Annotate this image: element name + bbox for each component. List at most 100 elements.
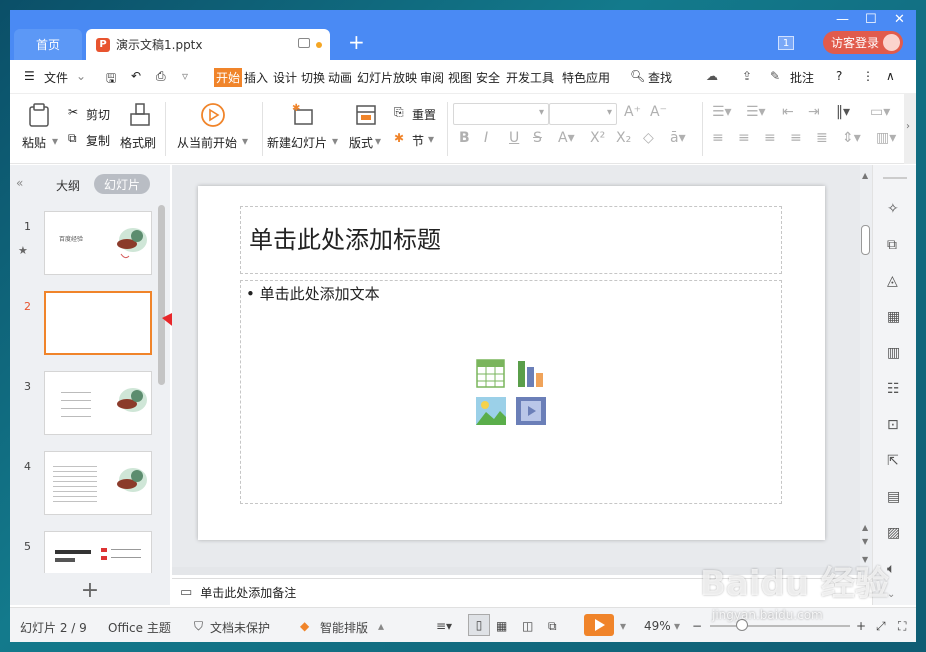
font-size-select[interactable]: ▾: [549, 103, 617, 125]
increase-font-icon[interactable]: A⁺: [624, 104, 641, 120]
save-icon[interactable]: 🖫: [106, 69, 116, 90]
bullets-icon[interactable]: ☰▾: [712, 104, 732, 120]
play-dropdown-icon[interactable]: ▾: [620, 619, 626, 633]
archive-icon[interactable]: ▤: [887, 489, 903, 505]
bold-icon[interactable]: B: [459, 130, 470, 146]
justify-icon[interactable]: ≡: [790, 130, 802, 146]
body-placeholder[interactable]: • 单击此处添加文本: [240, 280, 782, 504]
slide-thumb-1[interactable]: 百度经验: [44, 211, 152, 275]
zoom-out-icon[interactable]: −: [692, 619, 702, 633]
page-badge[interactable]: 1: [778, 36, 794, 50]
layout-dropdown-icon[interactable]: ▾: [375, 134, 381, 148]
italic-icon[interactable]: I: [484, 130, 488, 146]
insert-picture-icon[interactable]: [476, 397, 506, 425]
reset-button[interactable]: 重置: [412, 106, 436, 123]
new-slide-button[interactable]: 新建幻灯片: [267, 134, 327, 151]
notes-pane[interactable]: ▭ 单击此处添加备注: [172, 578, 862, 605]
new-tab-button[interactable]: +: [348, 32, 365, 52]
font-color-icon[interactable]: A▾: [558, 130, 575, 146]
print-icon[interactable]: ⎙: [156, 69, 166, 84]
paste-button[interactable]: 粘贴: [22, 134, 46, 151]
format-painter-button[interactable]: 格式刷: [120, 134, 156, 151]
file-menu[interactable]: 文件: [44, 69, 68, 86]
slides-tab[interactable]: 幻灯片: [94, 174, 150, 194]
align-center-icon[interactable]: ≡: [738, 130, 750, 146]
tab-design[interactable]: 设计: [273, 69, 297, 86]
more-icon[interactable]: ⋮: [862, 69, 874, 83]
slide-thumb-5[interactable]: [44, 531, 152, 573]
close-icon[interactable]: ✕: [894, 12, 905, 27]
tab-home[interactable]: 首页: [14, 29, 82, 60]
from-current-dropdown-icon[interactable]: ▾: [242, 134, 248, 148]
numbering-icon[interactable]: ☰▾: [746, 104, 766, 120]
normal-view-icon[interactable]: ▯: [468, 614, 490, 636]
section-button[interactable]: 节: [412, 132, 424, 149]
play-circle-icon[interactable]: [200, 102, 226, 128]
tab-view[interactable]: 视图: [448, 69, 472, 86]
tab-document[interactable]: P 演示文稿1.pptx: [86, 29, 330, 60]
indent-icon[interactable]: ⇥: [808, 104, 820, 120]
current-slide[interactable]: 单击此处添加标题 • 单击此处添加文本: [198, 186, 825, 540]
play-slideshow-button[interactable]: [584, 614, 614, 636]
chevron-up-icon[interactable]: ▴: [378, 619, 384, 633]
superscript-icon[interactable]: X²: [590, 130, 605, 146]
search-image-icon[interactable]: ⊡: [887, 417, 903, 433]
chevron-down-icon[interactable]: ⌄: [76, 69, 86, 83]
tab-security[interactable]: 安全: [476, 69, 500, 86]
title-placeholder[interactable]: 单击此处添加标题: [240, 206, 782, 274]
zoom-slider[interactable]: [710, 625, 850, 627]
copy-shape-icon[interactable]: ⧉: [887, 237, 903, 253]
sorter-view-icon[interactable]: ▦: [496, 619, 507, 633]
insert-video-icon[interactable]: [516, 397, 546, 425]
fill-icon[interactable]: ◬: [887, 273, 903, 289]
search-label[interactable]: 查找: [648, 69, 672, 86]
magic-icon[interactable]: ✧: [887, 201, 903, 217]
bar-chart-icon[interactable]: ▥: [887, 345, 903, 361]
zoom-in-icon[interactable]: +: [856, 619, 866, 633]
settings-sliders-icon[interactable]: ☷: [887, 381, 903, 397]
paste-dropdown-icon[interactable]: ▾: [52, 134, 58, 148]
theme-name[interactable]: Office 主题: [108, 619, 171, 636]
line-spacing-icon[interactable]: ‖▾: [836, 104, 850, 120]
outdent-icon[interactable]: ⇤: [782, 104, 794, 120]
tab-transition[interactable]: 切换: [301, 69, 325, 86]
collapse-ribbon-icon[interactable]: ∧: [886, 69, 895, 83]
font-family-select[interactable]: ▾: [453, 103, 549, 125]
notes-view-icon[interactable]: ⧉: [548, 619, 557, 634]
tab-developer[interactable]: 开发工具: [506, 69, 554, 86]
slide-thumb-2-selected[interactable]: [44, 291, 152, 355]
slide-thumb-3[interactable]: [44, 371, 152, 435]
tab-special[interactable]: 特色应用: [562, 69, 610, 86]
tab-start[interactable]: 开始: [214, 68, 243, 87]
tab-review[interactable]: 审阅: [420, 69, 444, 86]
text-box-icon[interactable]: ▭▾: [870, 104, 890, 120]
scissors-icon[interactable]: ✂: [68, 105, 78, 119]
reset-icon[interactable]: ⎘: [394, 105, 404, 120]
annotate-button[interactable]: 批注: [790, 69, 814, 86]
vertical-align-icon[interactable]: ⇕▾: [842, 130, 861, 146]
new-slide-dropdown-icon[interactable]: ▾: [332, 134, 338, 148]
minimize-icon[interactable]: —: [836, 12, 849, 27]
cut-button[interactable]: 剪切: [86, 106, 110, 123]
section-icon[interactable]: ✱: [394, 131, 404, 145]
strikethrough-icon[interactable]: S: [533, 130, 542, 146]
underline-icon[interactable]: U: [509, 130, 519, 146]
fit-window-icon[interactable]: ⤢: [876, 619, 886, 634]
ribbon-scroll-right[interactable]: ›: [904, 94, 916, 164]
horizontal-scrollbar[interactable]: [172, 567, 860, 575]
new-slide-icon[interactable]: ✱: [290, 102, 316, 128]
editor-scrollbar[interactable]: ▲ ▲ ▼ ▼: [860, 165, 872, 575]
share-icon[interactable]: ⇪: [742, 69, 752, 83]
align-right-icon[interactable]: ≡: [764, 130, 776, 146]
undo-icon[interactable]: ↶: [131, 69, 141, 83]
from-current-button[interactable]: 从当前开始: [177, 134, 237, 151]
insert-table-icon[interactable]: [476, 359, 506, 389]
align-left-icon[interactable]: ≡: [712, 130, 724, 146]
section-dropdown-icon[interactable]: ▾: [428, 132, 434, 146]
decrease-font-icon[interactable]: A⁻: [650, 104, 667, 120]
zoom-slider-thumb[interactable]: [736, 619, 748, 631]
export-icon[interactable]: ⇱: [887, 453, 903, 469]
subscript-icon[interactable]: X₂: [616, 130, 631, 146]
monitor-icon[interactable]: [298, 38, 310, 48]
copy-button[interactable]: 复制: [86, 132, 110, 149]
